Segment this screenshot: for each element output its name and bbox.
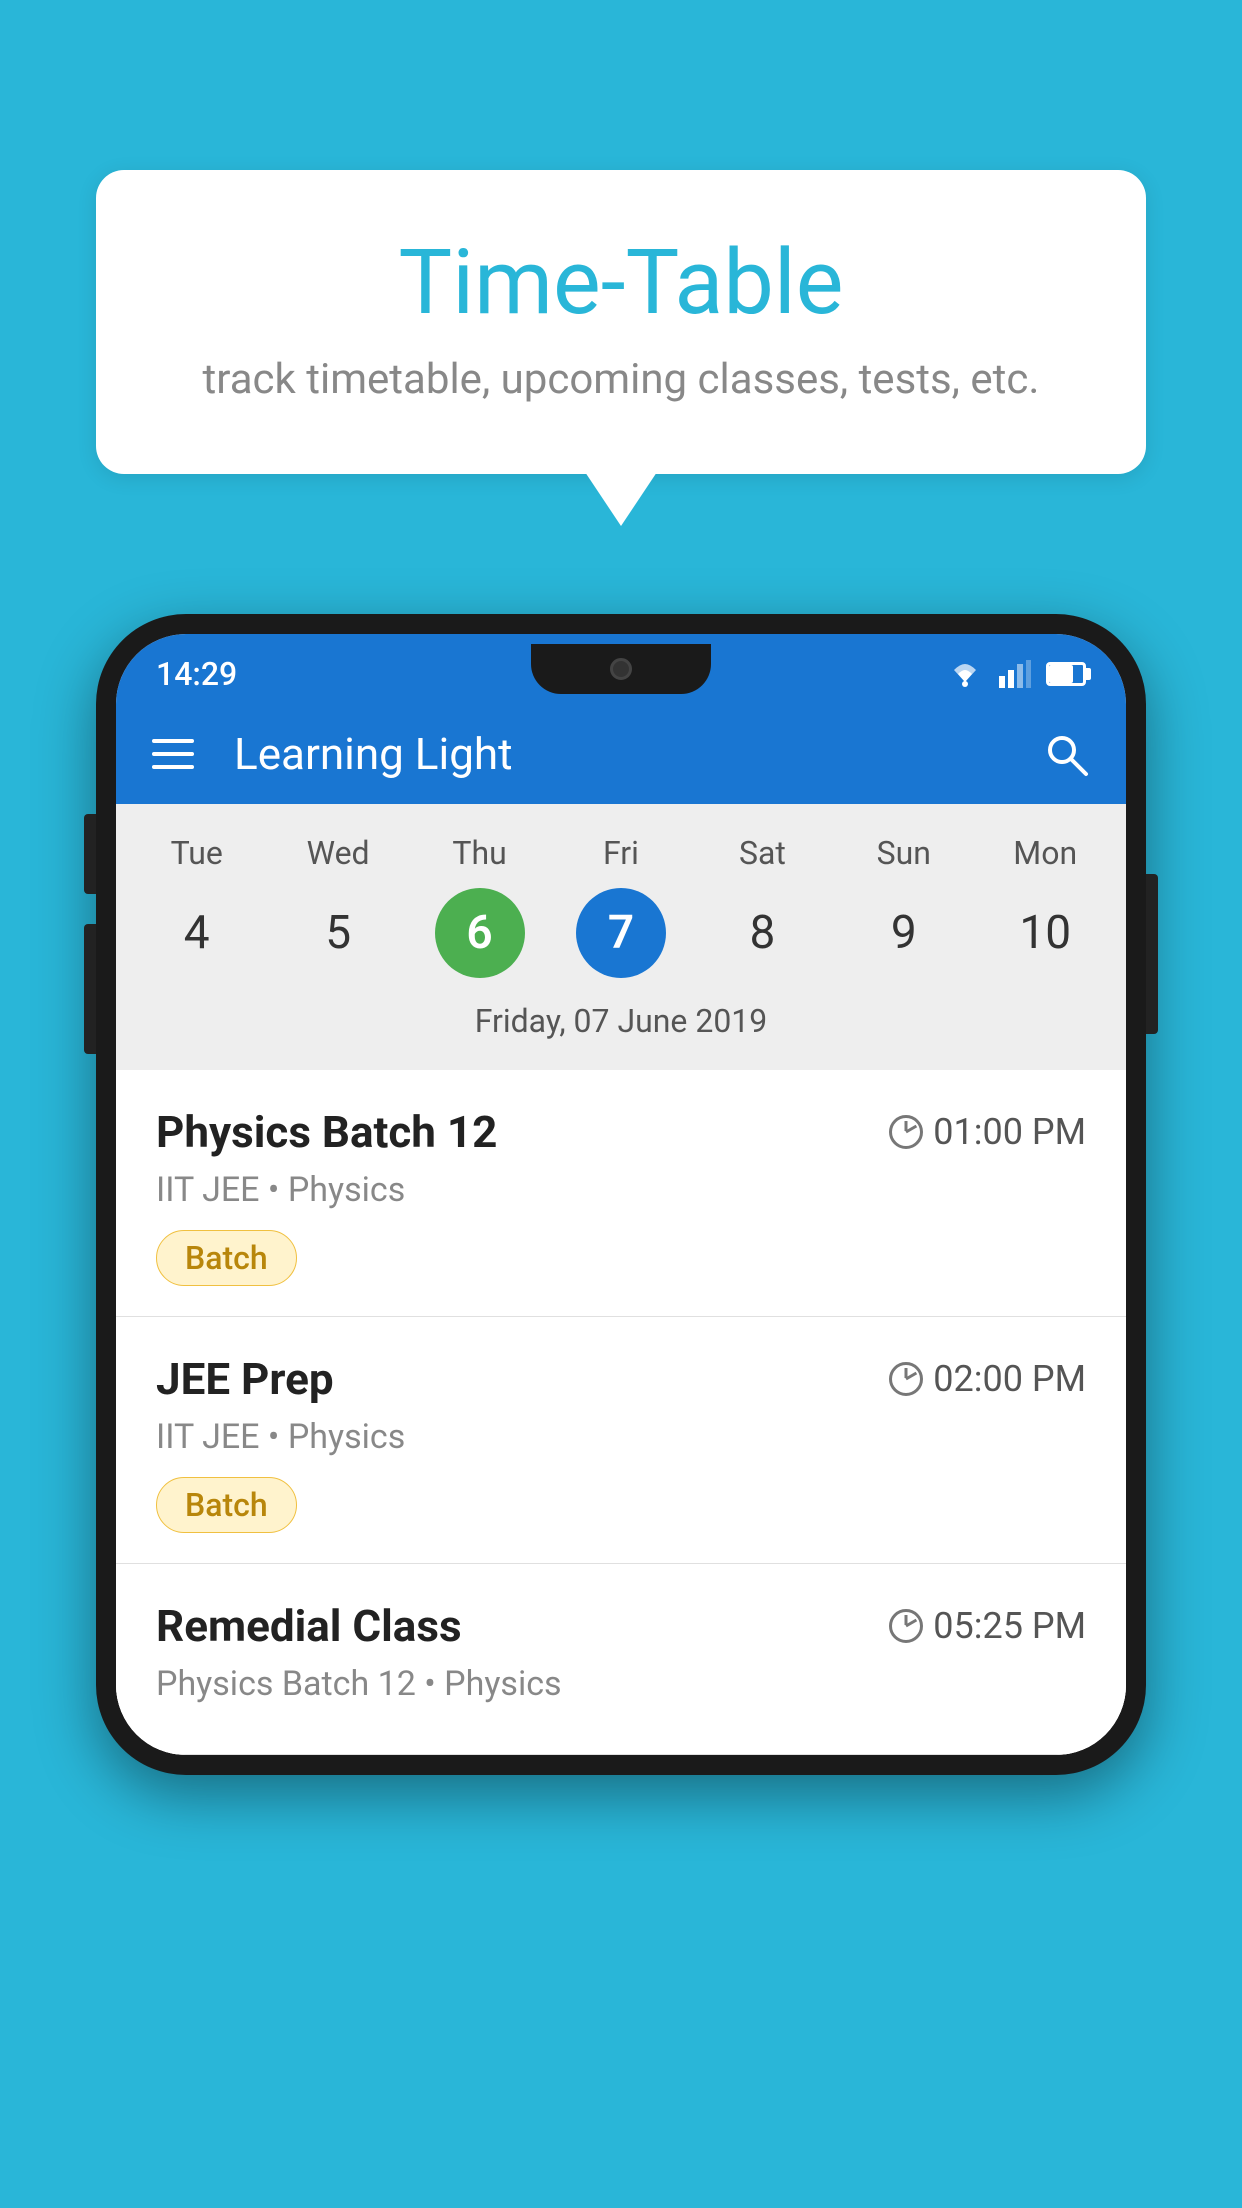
batch-badge: Batch — [156, 1477, 297, 1533]
day-number[interactable]: 7 — [576, 888, 666, 978]
bubble-subtitle: track timetable, upcoming classes, tests… — [176, 355, 1066, 404]
clock-icon — [889, 1609, 923, 1643]
day-number[interactable]: 6 — [435, 888, 525, 978]
batch-badge: Batch — [156, 1230, 297, 1286]
class-item[interactable]: JEE Prep 02:00 PM IIT JEE • Physics Batch — [116, 1317, 1126, 1564]
day-label: Mon — [1013, 834, 1077, 872]
speech-bubble: Time-Table track timetable, upcoming cla… — [96, 170, 1146, 474]
phone-button-left — [84, 814, 96, 894]
clock-icon — [889, 1362, 923, 1396]
class-time: 05:25 PM — [889, 1605, 1086, 1647]
class-name: Remedial Class — [156, 1600, 462, 1652]
phone-outer: 14:29 — [96, 614, 1146, 1775]
day-column[interactable]: Tue 4 — [132, 834, 262, 978]
class-item-header: Remedial Class 05:25 PM — [156, 1600, 1086, 1652]
time-text: 01:00 PM — [933, 1111, 1086, 1153]
day-number[interactable]: 5 — [293, 888, 383, 978]
hamburger-icon[interactable] — [152, 739, 194, 769]
wifi-icon — [946, 660, 984, 688]
battery-icon — [1046, 662, 1086, 686]
time-text: 02:00 PM — [933, 1358, 1086, 1400]
clock-icon — [889, 1115, 923, 1149]
class-item-header: Physics Batch 12 01:00 PM — [156, 1106, 1086, 1158]
class-time: 01:00 PM — [889, 1111, 1086, 1153]
class-meta: IIT JEE • Physics — [156, 1170, 1086, 1210]
signal-icon — [999, 660, 1031, 688]
bubble-title: Time-Table — [176, 230, 1066, 335]
day-label: Thu — [452, 834, 506, 872]
class-item-header: JEE Prep 02:00 PM — [156, 1353, 1086, 1405]
status-icons — [946, 660, 1086, 688]
day-number[interactable]: 10 — [1000, 888, 1090, 978]
day-number[interactable]: 9 — [859, 888, 949, 978]
class-meta: Physics Batch 12 • Physics — [156, 1664, 1086, 1704]
day-label: Wed — [307, 834, 370, 872]
day-label: Sun — [877, 834, 931, 872]
calendar-section: Tue 4 Wed 5 Thu 6 Fri 7 Sat 8 Sun 9 Mon 10 Friday, 07… — [116, 804, 1126, 1070]
day-label: Tue — [171, 834, 223, 872]
day-column[interactable]: Mon 10 — [980, 834, 1110, 978]
phone-mockup: 14:29 — [96, 614, 1146, 1775]
selected-date-label: Friday, 07 June 2019 — [126, 988, 1116, 1060]
day-column[interactable]: Sat 8 — [697, 834, 827, 978]
time-text: 05:25 PM — [933, 1605, 1086, 1647]
phone-button-right — [1146, 874, 1158, 1034]
search-icon — [1042, 730, 1090, 778]
phone-screen: 14:29 — [116, 634, 1126, 1755]
day-number[interactable]: 4 — [152, 888, 242, 978]
app-title: Learning Light — [234, 728, 1012, 780]
day-number[interactable]: 8 — [717, 888, 807, 978]
phone-notch — [531, 644, 711, 694]
status-time: 14:29 — [156, 655, 237, 693]
class-meta: IIT JEE • Physics — [156, 1417, 1086, 1457]
day-column[interactable]: Fri 7 — [556, 834, 686, 978]
phone-button-left2 — [84, 924, 96, 1054]
day-column[interactable]: Thu 6 — [415, 834, 545, 978]
class-time: 02:00 PM — [889, 1358, 1086, 1400]
camera-dot — [610, 658, 632, 680]
day-label: Sat — [739, 834, 786, 872]
app-bar: Learning Light — [116, 704, 1126, 804]
class-list: Physics Batch 12 01:00 PM IIT JEE • Physic… — [116, 1070, 1126, 1755]
day-label: Fri — [603, 834, 639, 872]
class-name: Physics Batch 12 — [156, 1106, 497, 1158]
search-button[interactable] — [1042, 730, 1090, 778]
day-column[interactable]: Sun 9 — [839, 834, 969, 978]
day-column[interactable]: Wed 5 — [273, 834, 403, 978]
days-row: Tue 4 Wed 5 Thu 6 Fri 7 Sat 8 Sun 9 Mon 10 — [126, 824, 1116, 988]
class-name: JEE Prep — [156, 1353, 334, 1405]
class-item[interactable]: Remedial Class 05:25 PM Physics Batch 12 •… — [116, 1564, 1126, 1755]
class-item[interactable]: Physics Batch 12 01:00 PM IIT JEE • Physic… — [116, 1070, 1126, 1317]
